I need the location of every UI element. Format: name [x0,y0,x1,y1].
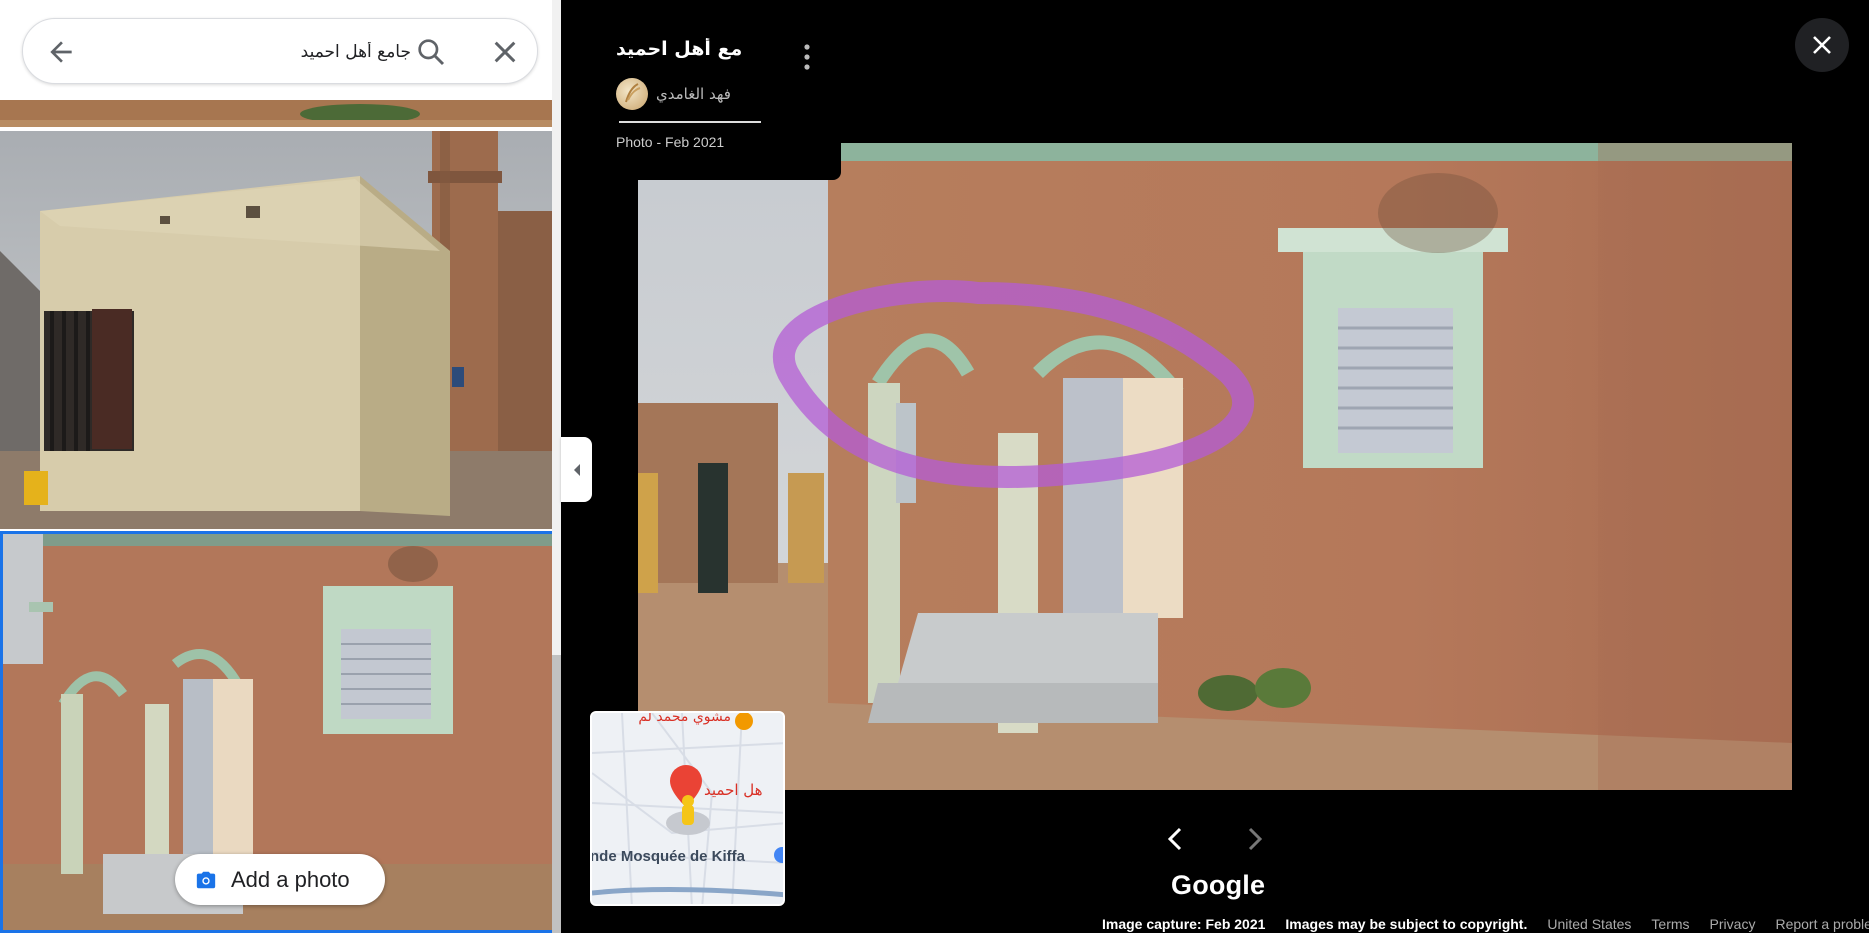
author-underline [619,121,761,123]
maps-photo-viewer: Add a photo جامع أهل احميد مع أهل احميد … [0,0,1869,933]
thumbnail-image [0,131,553,529]
photo-author[interactable]: فهد الغامدي [616,78,731,110]
thumbnail-image [0,100,553,127]
next-photo-button[interactable] [1243,824,1267,854]
author-avatar[interactable] [616,78,648,110]
add-photo-button[interactable]: Add a photo [175,854,385,905]
image-capture-date: Image capture: Feb 2021 [1102,916,1266,932]
place-header: جامع أهل احميد فهد الغامدي [616,38,776,110]
more-options-icon[interactable] [794,40,820,74]
report-problem-link[interactable]: Report a problem [1775,916,1869,932]
add-photo-label: Add a photo [231,866,350,892]
google-logo: Google [1171,870,1266,900]
close-icon [1813,36,1831,54]
privacy-link[interactable]: Privacy [1710,916,1756,932]
back-arrow-icon[interactable] [45,36,77,68]
close-viewer-button[interactable] [1795,18,1849,72]
chevron-left-icon [573,463,580,476]
map-poi-top: مشوي محمد لم [638,711,731,725]
terms-link[interactable]: Terms [1651,916,1689,932]
search-input[interactable] [111,34,411,70]
camera-icon [196,871,216,888]
photo-thumbnail-building[interactable] [0,131,553,529]
search-icon[interactable] [415,36,447,68]
copyright-notice: Images may be subject to copyright. [1285,916,1528,932]
previous-photo-button[interactable] [1163,824,1187,854]
footer: Image capture: Feb 2021 Images may be su… [1102,915,1869,933]
search-box [22,18,538,84]
photo-date: Photo - Feb 2021 [616,134,725,150]
main-photo[interactable] [638,143,1792,790]
region-link[interactable]: United States [1547,916,1631,932]
mini-map[interactable]: مشوي محمد لم هل احميد nde Mosquée de Kif… [590,711,785,906]
main-photo-image [638,143,1792,790]
author-name[interactable]: فهد الغامدي [656,85,731,103]
map-poi-marker: هل احميد [704,781,763,799]
scrollbar-thumb[interactable] [552,655,561,933]
photo-thumbnail-partial[interactable] [0,100,553,127]
clear-icon[interactable] [489,36,521,68]
map-image [592,713,783,904]
left-panel: Add a photo [0,0,561,933]
collapse-panel-button[interactable] [561,437,592,502]
map-poi-bottom: nde Mosquée de Kiffa [590,848,746,865]
avatar-image [625,83,641,103]
place-title[interactable]: جامع أهل احميد [616,38,741,60]
